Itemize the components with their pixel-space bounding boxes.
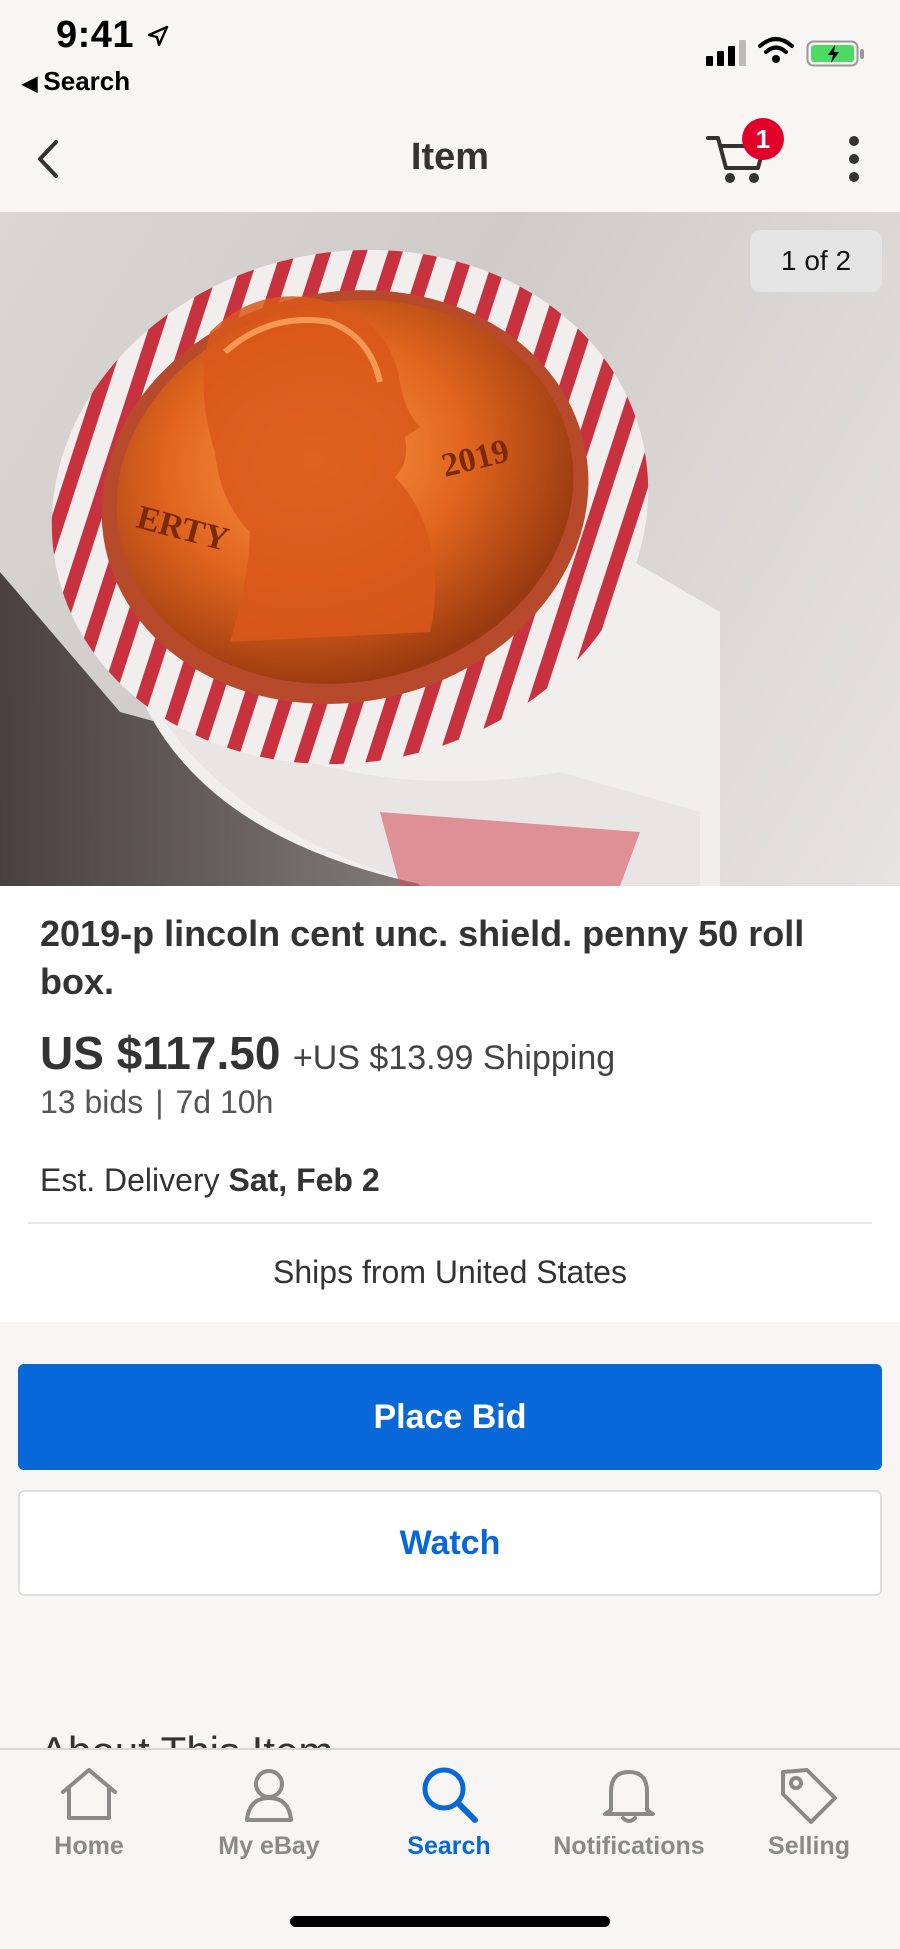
about-section-heading: About This Item	[40, 1722, 333, 1748]
tab-selling[interactable]: Selling	[724, 1764, 894, 1861]
photo-counter: 1 of 2	[750, 230, 882, 292]
time-left: 7d 10h	[175, 1084, 274, 1120]
home-icon	[61, 1768, 117, 1820]
tab-search[interactable]: Search	[364, 1764, 534, 1861]
back-triangle-icon: ◀	[22, 73, 38, 95]
tag-icon	[781, 1768, 837, 1824]
home-indicator[interactable]	[290, 1916, 610, 1927]
tab-selling-label: Selling	[768, 1832, 850, 1860]
shipping-cost: +US $13.99 Shipping	[292, 1039, 616, 1077]
delivery-label: Est. Delivery	[40, 1162, 220, 1198]
person-icon	[245, 1769, 293, 1822]
bids-separator: |	[155, 1084, 164, 1120]
tab-notifications[interactable]: Notifications	[544, 1764, 714, 1861]
item-price: US $117.50	[40, 1027, 281, 1079]
estimated-delivery: Est. Delivery Sat, Feb 2	[40, 1162, 380, 1199]
tab-home-label: Home	[54, 1832, 124, 1860]
cellular-signal-icon	[706, 40, 746, 66]
place-bid-button[interactable]: Place Bid	[18, 1364, 882, 1470]
tab-my-ebay[interactable]: My eBay	[184, 1764, 354, 1861]
wifi-icon	[758, 37, 794, 63]
item-title: 2019-p lincoln cent unc. shield. penny 5…	[40, 913, 805, 1002]
bids-row: 13 bids | 7d 10h	[40, 1084, 273, 1121]
cart-count-badge: 1	[742, 118, 784, 160]
tab-home[interactable]: Home	[4, 1764, 174, 1861]
bid-count[interactable]: 13 bids	[40, 1084, 143, 1120]
divider	[28, 1222, 872, 1224]
ships-from: Ships from United States	[273, 1254, 627, 1290]
bell-icon	[603, 1770, 655, 1823]
more-options-icon[interactable]	[844, 136, 864, 182]
tab-my-ebay-label: My eBay	[218, 1832, 320, 1860]
watch-button[interactable]: Watch	[18, 1490, 882, 1596]
search-icon	[422, 1767, 478, 1823]
location-arrow-icon	[147, 25, 169, 47]
navigation-bar: Item 1	[0, 100, 900, 212]
status-bar: 9:41 ◀ Search	[0, 0, 900, 100]
tab-notifications-label: Notifications	[553, 1832, 705, 1860]
item-photo[interactable]: ERTY 2019 1 of 2	[0, 212, 900, 886]
item-info-section: 2019-p lincoln cent unc. shield. penny 5…	[0, 886, 900, 1322]
status-time: 9:41	[56, 14, 135, 56]
delivery-date: Sat, Feb 2	[228, 1162, 380, 1198]
price-row: US $117.50 +US $13.99 Shipping	[40, 1026, 615, 1080]
penny-roll-image: ERTY 2019	[0, 249, 720, 886]
back-to-app-link[interactable]: ◀ Search	[22, 66, 130, 97]
back-to-app-label: Search	[43, 66, 131, 96]
battery-icon	[806, 40, 864, 67]
tab-search-label: Search	[407, 1832, 491, 1860]
